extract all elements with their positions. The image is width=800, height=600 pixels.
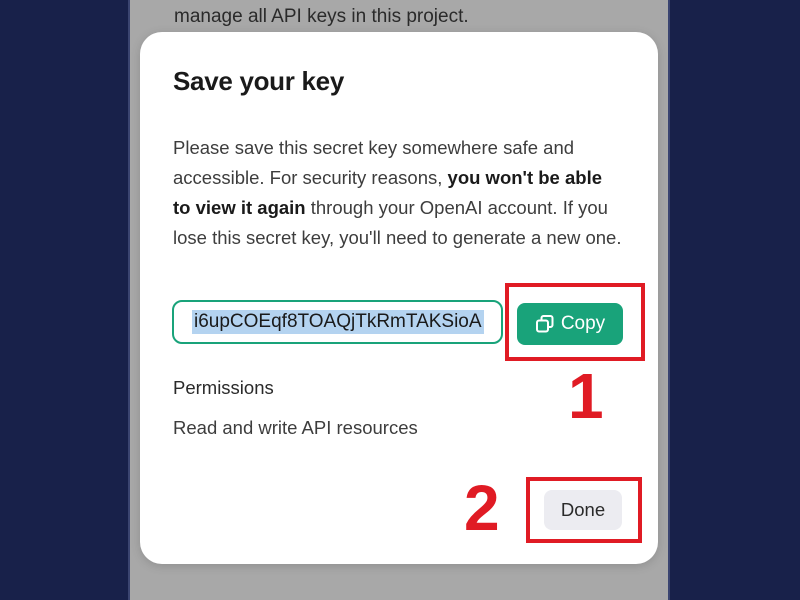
secret-key-field[interactable]: i6upCOEqf8TOAQjTkRmTAKSioA [172,300,503,344]
permissions-heading: Permissions [173,377,274,398]
screen-border-right [668,0,670,600]
annotation-box-copy [505,283,645,361]
secret-key-value[interactable]: i6upCOEqf8TOAQjTkRmTAKSioA [192,310,484,334]
dialog-description: Please save this secret key somewhere sa… [173,133,623,253]
dialog-title: Save your key [173,66,344,96]
annotation-step-1: 1 [568,360,604,432]
screen-border-left [128,0,130,600]
permissions-value: Read and write API resources [173,417,418,438]
annotation-box-done [526,477,642,543]
annotation-step-2: 2 [464,472,500,544]
background-text: manage all API keys in this project. [174,6,469,27]
